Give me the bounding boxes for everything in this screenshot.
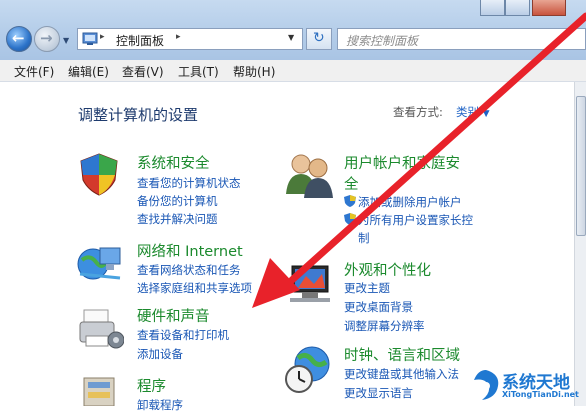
link-view-computer-status[interactable]: 查看您的计算机状态 bbox=[137, 175, 241, 191]
printer-icon[interactable] bbox=[76, 306, 124, 352]
appearance-icon[interactable] bbox=[284, 262, 334, 306]
address-dropdown-icon[interactable]: ▼ bbox=[288, 33, 294, 42]
watermark-swirl-icon bbox=[474, 370, 499, 400]
view-dropdown-icon: ▼ bbox=[482, 109, 490, 119]
vertical-scrollbar[interactable] bbox=[574, 82, 586, 406]
address-bar[interactable]: ▸ 控制面板 ▸ ▼ bbox=[77, 28, 303, 50]
link-parental-controls[interactable]: 为所有用户设置家长控 bbox=[358, 212, 473, 228]
programs-icon[interactable] bbox=[80, 374, 120, 406]
address-separator-icon: ▸ bbox=[100, 32, 105, 42]
category-system-security[interactable]: 系统和安全 bbox=[137, 152, 210, 173]
link-add-device[interactable]: 添加设备 bbox=[137, 346, 183, 362]
link-change-keyboard[interactable]: 更改键盘或其他输入法 bbox=[344, 366, 459, 382]
link-screen-resolution[interactable]: 调整屏幕分辨率 bbox=[344, 318, 425, 334]
menu-bar: 文件(F) 编辑(E) 查看(V) 工具(T) 帮助(H) bbox=[0, 60, 586, 82]
watermark-logo: 系统天地 XiTongTianDi.net bbox=[470, 366, 586, 406]
refresh-icon: ↻ bbox=[313, 30, 325, 46]
link-add-remove-accounts[interactable]: 添加或删除用户帐户 bbox=[358, 194, 462, 210]
search-input[interactable]: 搜索控制面板 bbox=[337, 28, 586, 50]
category-appearance[interactable]: 外观和个性化 bbox=[344, 259, 431, 280]
link-network-status[interactable]: 查看网络状态和任务 bbox=[137, 262, 241, 278]
shield-icon[interactable] bbox=[77, 152, 121, 196]
category-clock-language-region[interactable]: 时钟、语言和区域 bbox=[344, 344, 460, 365]
link-parental-controls-line2[interactable]: 制 bbox=[358, 230, 370, 246]
category-programs[interactable]: 程序 bbox=[137, 375, 166, 396]
view-by-label: 查看方式: bbox=[393, 105, 443, 119]
menu-help[interactable]: 帮助(H) bbox=[233, 63, 275, 80]
minimize-button[interactable] bbox=[480, 0, 505, 16]
maximize-button[interactable] bbox=[505, 0, 530, 16]
category-hardware-sound[interactable]: 硬件和声音 bbox=[137, 305, 210, 326]
link-change-desktop-background[interactable]: 更改桌面背景 bbox=[344, 299, 413, 315]
scrollbar-thumb[interactable] bbox=[576, 96, 586, 236]
link-uninstall-program[interactable]: 卸载程序 bbox=[137, 397, 183, 413]
view-by-dropdown[interactable]: 类别 ▼ bbox=[456, 104, 490, 120]
link-troubleshoot[interactable]: 查找并解决问题 bbox=[137, 211, 218, 227]
history-dropdown-icon[interactable]: ▼ bbox=[63, 36, 69, 45]
control-panel-icon bbox=[82, 32, 98, 45]
page-title: 调整计算机的设置 bbox=[78, 106, 199, 124]
close-button[interactable] bbox=[532, 0, 566, 16]
menu-view[interactable]: 查看(V) bbox=[122, 63, 164, 80]
refresh-button[interactable]: ↻ bbox=[306, 28, 332, 50]
breadcrumb-control-panel[interactable]: 控制面板 bbox=[116, 32, 164, 49]
user-accounts-icon[interactable] bbox=[284, 152, 334, 198]
search-placeholder: 搜索控制面板 bbox=[346, 34, 419, 48]
back-arrow-icon: ← bbox=[12, 29, 25, 47]
uac-shield-icon-2 bbox=[344, 213, 356, 225]
network-globe-icon[interactable] bbox=[76, 240, 124, 284]
category-user-accounts[interactable]: 用户帐户和家庭安 bbox=[344, 152, 460, 173]
link-change-display-language[interactable]: 更改显示语言 bbox=[344, 385, 413, 401]
menu-tools[interactable]: 工具(T) bbox=[178, 63, 219, 80]
menu-edit[interactable]: 编辑(E) bbox=[68, 63, 109, 80]
link-homegroup-sharing[interactable]: 选择家庭组和共享选项 bbox=[137, 280, 252, 296]
forward-button[interactable]: → bbox=[34, 26, 60, 52]
category-network-internet[interactable]: 网络和 Internet bbox=[137, 240, 243, 261]
uac-shield-icon bbox=[344, 195, 356, 207]
link-change-theme[interactable]: 更改主题 bbox=[344, 280, 390, 296]
link-backup-computer[interactable]: 备份您的计算机 bbox=[137, 193, 218, 209]
back-button[interactable]: ← bbox=[6, 26, 32, 52]
category-user-accounts-line2[interactable]: 全 bbox=[344, 173, 359, 194]
menu-file[interactable]: 文件(F) bbox=[14, 63, 54, 80]
watermark-subtitle: XiTongTianDi.net bbox=[502, 390, 579, 399]
link-devices-printers[interactable]: 查看设备和打印机 bbox=[137, 327, 229, 343]
view-by-value: 类别 bbox=[456, 105, 479, 119]
clock-globe-icon[interactable] bbox=[284, 344, 334, 394]
breadcrumb-chevron-icon[interactable]: ▸ bbox=[176, 32, 181, 42]
forward-arrow-icon: → bbox=[40, 29, 53, 47]
